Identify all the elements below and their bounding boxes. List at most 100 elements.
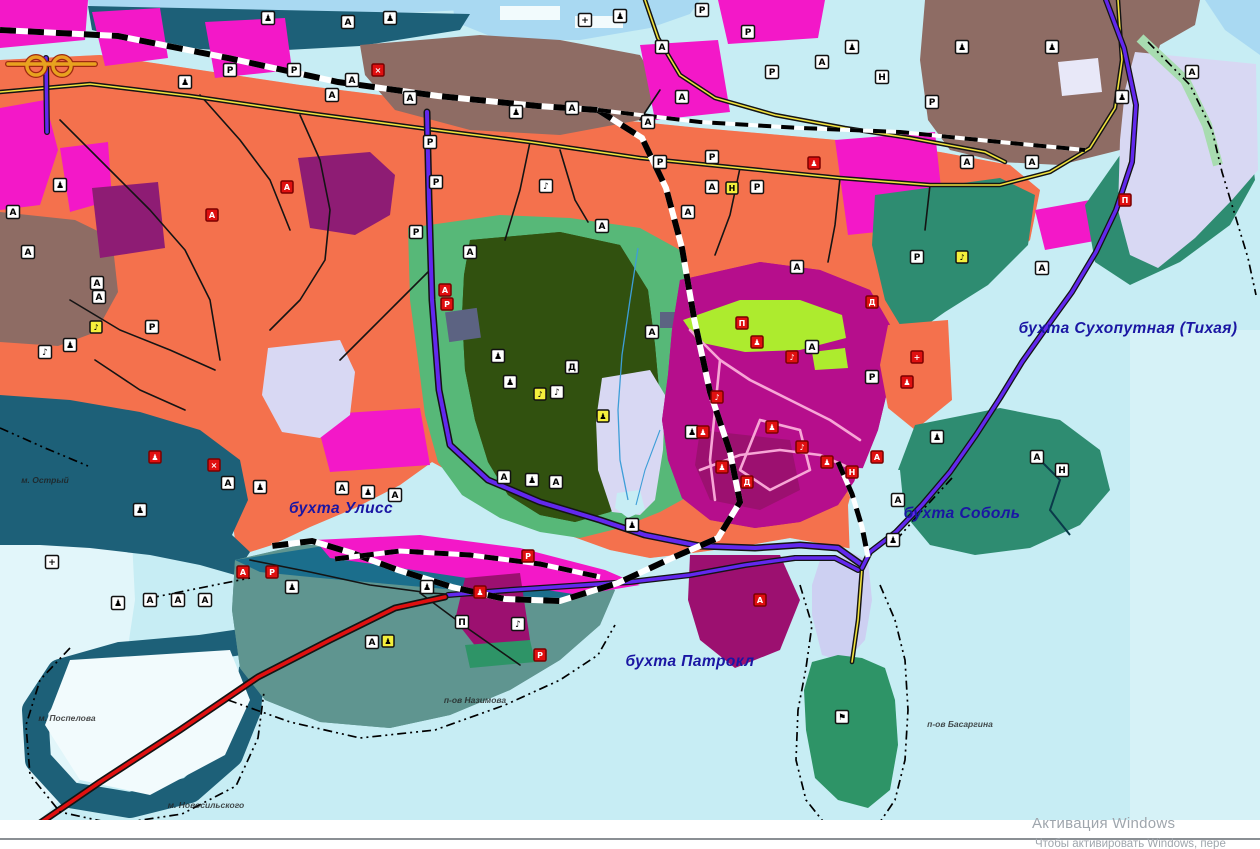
- svg-text:Р: Р: [699, 6, 706, 16]
- map-symbol-white: Р: [866, 371, 879, 384]
- windows-activation-watermark-sub: Чтобы активировать Windows, пере: [1035, 838, 1226, 849]
- map-symbol-red: ♟: [474, 586, 486, 598]
- svg-text:П: П: [1122, 196, 1129, 205]
- svg-text:♟: ♟: [264, 14, 272, 24]
- svg-text:А: А: [407, 94, 414, 104]
- svg-text:Р: Р: [269, 568, 275, 577]
- map-symbol-white: А: [1031, 451, 1044, 464]
- svg-text:♟: ♟: [1118, 93, 1126, 103]
- map-symbol-yellow: Н: [726, 182, 738, 194]
- svg-text:Р: Р: [291, 66, 298, 76]
- map-symbol-red: Р: [266, 566, 278, 578]
- map-symbol-white: А: [464, 246, 477, 259]
- svg-text:Р: Р: [427, 138, 434, 148]
- svg-text:А: А: [345, 18, 352, 28]
- map-symbol-white: Р: [766, 66, 779, 79]
- map-symbol-white: А: [342, 16, 355, 29]
- svg-text:+: +: [914, 353, 921, 362]
- svg-text:♟: ♟: [151, 453, 158, 462]
- svg-text:♪: ♪: [93, 323, 98, 332]
- svg-text:♟: ♟: [476, 588, 483, 597]
- map-symbol-white: ♟: [1046, 41, 1059, 54]
- map-symbol-white: Р: [742, 26, 755, 39]
- svg-text:♟: ♟: [889, 536, 897, 546]
- svg-text:А: А: [659, 43, 666, 53]
- svg-text:♟: ♟: [688, 428, 696, 438]
- map-symbol-white: ♟: [626, 519, 639, 532]
- map-symbol-white: А: [366, 636, 379, 649]
- map-symbol-red: Р: [534, 649, 546, 661]
- map-symbol-white: А: [816, 56, 829, 69]
- map-symbol-white: Р: [288, 64, 301, 77]
- svg-text:♟: ♟: [66, 341, 74, 351]
- svg-text:♟: ♟: [423, 583, 431, 593]
- svg-text:×: ×: [375, 66, 382, 75]
- svg-text:А: А: [1189, 68, 1196, 78]
- svg-text:♟: ♟: [810, 159, 817, 168]
- map-canvas[interactable]: А А А А Р + ♟ ♟ ♪ ♟ А А А ♟ А ♟ Р Р А А ♟ ♟ ♟ А А А Р Р Р А ♟ ♪ А А Р А Р А А А…: [0, 0, 1260, 849]
- cape-label: п-ов Назимова: [444, 695, 507, 705]
- svg-text:Р: Р: [769, 68, 776, 78]
- map-symbol-yellow: ♪: [534, 388, 546, 400]
- map-symbol-white: А: [7, 206, 20, 219]
- svg-text:♟: ♟: [718, 463, 725, 472]
- map-symbol-white: ♪: [540, 180, 553, 193]
- map-symbol-white: А: [961, 156, 974, 169]
- svg-text:♟: ♟: [364, 488, 372, 498]
- map-symbol-white: ♟: [846, 41, 859, 54]
- bay-label: бухта Соболь: [904, 505, 1021, 522]
- map-symbol-red: Д: [741, 476, 753, 488]
- map-symbol-red: А: [439, 284, 451, 296]
- zone-magenta: [718, 0, 825, 44]
- svg-text:♟: ♟: [384, 637, 391, 646]
- map-symbol-red: ×: [208, 459, 220, 471]
- svg-text:А: А: [25, 248, 32, 258]
- map-symbol-white: А: [346, 74, 359, 87]
- svg-text:♟: ♟: [958, 43, 966, 53]
- svg-text:А: А: [569, 104, 576, 114]
- map-symbol-white: Р: [911, 251, 924, 264]
- svg-text:♟: ♟: [1048, 43, 1056, 53]
- svg-text:А: А: [369, 638, 376, 648]
- map-symbol-white: Р: [146, 321, 159, 334]
- map-symbol-white: ♪: [39, 346, 52, 359]
- map-symbol-red: ♟: [751, 336, 763, 348]
- map-symbol-white: А: [91, 277, 104, 290]
- map-symbol-white: Р: [430, 176, 443, 189]
- svg-text:Р: Р: [914, 253, 921, 263]
- svg-text:А: А: [649, 328, 656, 338]
- map-symbol-white: ♟: [112, 597, 125, 610]
- svg-text:А: А: [467, 248, 474, 258]
- map-symbol-white: Д: [566, 361, 579, 374]
- map-symbol-white: ♟: [421, 581, 434, 594]
- map-symbol-white: А: [1026, 156, 1039, 169]
- svg-text:♪: ♪: [554, 388, 560, 398]
- svg-text:А: А: [349, 76, 356, 86]
- map-symbol-red: ♪: [711, 391, 723, 403]
- map-symbol-white: А: [1036, 262, 1049, 275]
- svg-text:Р: Р: [869, 373, 876, 383]
- svg-text:Р: Р: [657, 158, 664, 168]
- svg-text:♟: ♟: [256, 483, 264, 493]
- svg-text:П: П: [739, 319, 746, 328]
- zone-magenta-dark: [92, 182, 165, 258]
- map-symbol-red: П: [1119, 194, 1131, 206]
- svg-text:А: А: [819, 58, 826, 68]
- svg-text:А: А: [794, 263, 801, 273]
- svg-text:+: +: [581, 16, 589, 26]
- map-symbol-white: ♟: [510, 106, 523, 119]
- svg-text:♟: ♟: [114, 599, 122, 609]
- svg-text:А: А: [809, 343, 816, 353]
- map-symbol-red: А: [237, 566, 249, 578]
- map-symbol-white: Р: [654, 156, 667, 169]
- svg-text:Р: Р: [149, 323, 156, 333]
- svg-text:А: А: [599, 222, 606, 232]
- svg-text:А: А: [442, 286, 449, 295]
- map-symbol-yellow: ♟: [597, 410, 609, 422]
- map-symbol-white: А: [22, 246, 35, 259]
- bay-label: бухта Патрокл: [626, 653, 755, 670]
- map-symbol-white: А: [646, 326, 659, 339]
- map-symbol-white: +: [46, 556, 59, 569]
- map-symbol-red: ♟: [149, 451, 161, 463]
- ice-patch: [500, 6, 560, 20]
